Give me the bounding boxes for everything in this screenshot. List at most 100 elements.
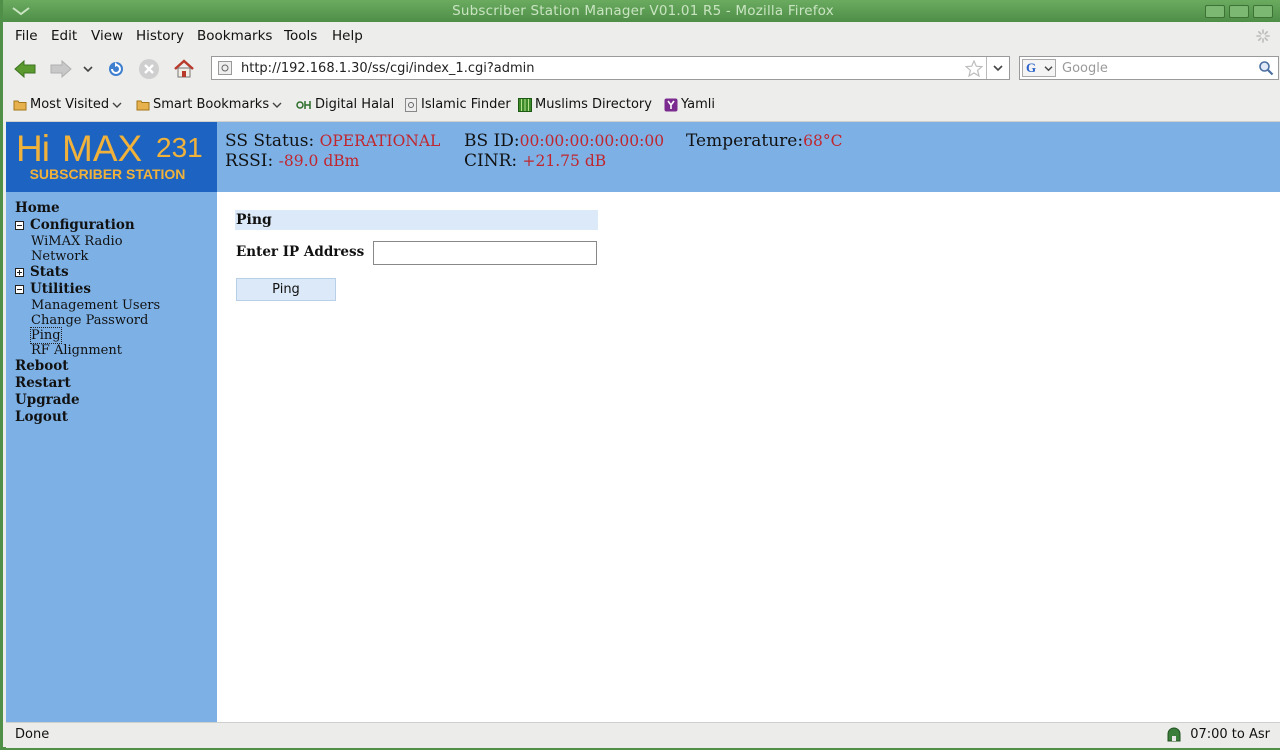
expand-icon[interactable] xyxy=(15,267,24,277)
bookmark-label: Yamli xyxy=(681,97,716,112)
stop-icon xyxy=(139,59,159,79)
chevron-down-icon xyxy=(272,102,282,108)
sidebar-item-restart[interactable]: Restart xyxy=(15,375,71,391)
menu-bookmarks[interactable]: Bookmarks xyxy=(197,28,272,44)
search-bar[interactable]: G Google xyxy=(1019,56,1279,80)
section-title: Ping xyxy=(235,210,598,230)
bookmark-muslims-directory[interactable]: Muslims Directory xyxy=(518,97,652,112)
chevron-down-icon xyxy=(112,102,122,108)
sidebar-item-rf-alignment[interactable]: RF Alignment xyxy=(31,343,122,358)
site-identity-icon[interactable] xyxy=(218,61,232,75)
back-button[interactable] xyxy=(13,57,37,81)
home-icon xyxy=(174,59,194,78)
home-button[interactable] xyxy=(172,57,196,81)
bookmark-star-icon[interactable] xyxy=(965,60,983,77)
sidebar-item-configuration[interactable]: Configuration xyxy=(15,217,135,233)
sidebar-item-upgrade[interactable]: Upgrade xyxy=(15,392,80,408)
close-window-button[interactable] xyxy=(1253,5,1273,18)
sidebar-item-change-password[interactable]: Change Password xyxy=(31,313,148,328)
reload-icon xyxy=(109,62,123,76)
bookmark-islamic-finder[interactable]: Islamic Finder xyxy=(404,97,511,112)
temperature-value: 68°C xyxy=(803,132,843,150)
navigation-toolbar: http://192.168.1.30/ss/cgi/index_1.cgi?a… xyxy=(6,49,1280,89)
sidebar-item-label: Utilities xyxy=(30,281,91,297)
search-icon[interactable] xyxy=(1258,60,1274,76)
prayer-time-text: 07:00 to Asr xyxy=(1190,727,1270,742)
ip-address-label: Enter IP Address xyxy=(236,244,365,260)
throbber-icon xyxy=(1256,29,1270,43)
forward-arrow-icon xyxy=(50,59,72,79)
menu-tools[interactable]: Tools xyxy=(284,28,317,44)
sidebar-item-label: Stats xyxy=(30,264,69,280)
menu-bar: File Edit View History Bookmarks Tools H… xyxy=(6,22,1280,49)
page-icon xyxy=(405,97,417,112)
ip-address-input[interactable] xyxy=(373,241,597,265)
chevron-down-icon xyxy=(993,65,1003,72)
folder-icon xyxy=(13,100,27,110)
cinr-value: +21.75 dB xyxy=(522,152,607,170)
forward-button[interactable] xyxy=(49,57,73,81)
logo-hi: Hi xyxy=(16,128,50,169)
logo-model: 231 xyxy=(156,132,203,163)
sidebar-item-wimax-radio[interactable]: WiMAX Radio xyxy=(31,234,123,249)
menu-history[interactable]: History xyxy=(136,28,184,44)
bookmark-most-visited[interactable]: Most Visited xyxy=(13,97,122,112)
maximize-button[interactable] xyxy=(1229,5,1249,18)
browser-window: Subscriber Station Manager V01.01 R5 - M… xyxy=(0,0,1280,750)
folder-icon xyxy=(136,100,150,110)
sidebar-item-stats[interactable]: Stats xyxy=(15,264,69,280)
grid-icon xyxy=(518,97,532,112)
yamli-icon xyxy=(664,98,678,111)
ss-status: SS Status: OPERATIONAL xyxy=(225,131,440,151)
google-icon: G xyxy=(1026,60,1037,75)
rssi: RSSI: -89.0 dBm xyxy=(225,151,359,171)
ss-status-value: OPERATIONAL xyxy=(319,132,441,150)
history-dropdown[interactable] xyxy=(79,57,97,81)
back-arrow-icon xyxy=(14,59,36,79)
collapse-icon[interactable] xyxy=(15,220,24,230)
dh-icon xyxy=(296,100,311,109)
search-input[interactable]: Google xyxy=(1062,61,1108,76)
bookmark-label: Islamic Finder xyxy=(421,97,511,112)
sidebar-item-utilities[interactable]: Utilities xyxy=(15,281,91,297)
himax-logo: Hi MAX 231 SUBSCRIBER STATION xyxy=(6,122,217,192)
title-bar: Subscriber Station Manager V01.01 R5 - M… xyxy=(3,0,1280,22)
stop-button[interactable] xyxy=(137,57,161,81)
sidebar-item-management-users[interactable]: Management Users xyxy=(31,298,160,313)
menu-help[interactable]: Help xyxy=(332,28,363,44)
bookmarks-toolbar: Most Visited Smart Bookmarks Digital Hal… xyxy=(6,89,1280,122)
sidebar-item-home[interactable]: Home xyxy=(15,200,60,216)
sidebar-item-network[interactable]: Network xyxy=(31,249,88,264)
rssi-value: -89.0 dBm xyxy=(278,152,360,170)
rssi-label: RSSI: xyxy=(225,151,274,171)
menu-file[interactable]: File xyxy=(15,28,38,44)
reload-button[interactable] xyxy=(104,57,128,81)
bookmark-label: Muslims Directory xyxy=(535,97,652,112)
temperature-label: Temperature: xyxy=(686,131,804,151)
bookmark-smart-bookmarks[interactable]: Smart Bookmarks xyxy=(136,97,282,112)
sidebar-item-ping[interactable]: Ping xyxy=(30,327,62,344)
collapse-icon[interactable] xyxy=(15,284,24,294)
page-content: Hi MAX 231 SUBSCRIBER STATION SS Status:… xyxy=(6,122,1280,722)
bookmark-label: Most Visited xyxy=(30,97,110,112)
url-text[interactable]: http://192.168.1.30/ss/cgi/index_1.cgi?a… xyxy=(241,61,534,76)
url-dropdown[interactable] xyxy=(986,57,1009,79)
menu-edit[interactable]: Edit xyxy=(51,28,77,44)
sidebar-item-logout[interactable]: Logout xyxy=(15,409,68,425)
logo-subtitle: SUBSCRIBER STATION xyxy=(29,166,186,182)
search-engine-selector[interactable]: G xyxy=(1022,59,1056,77)
sidebar-item-label: Configuration xyxy=(30,217,135,233)
bookmark-yamli[interactable]: Yamli xyxy=(664,97,715,112)
url-bar[interactable]: http://192.168.1.30/ss/cgi/index_1.cgi?a… xyxy=(211,56,1010,80)
mosque-icon xyxy=(1167,727,1181,742)
window-title: Subscriber Station Manager V01.01 R5 - M… xyxy=(452,3,834,19)
bookmark-digital-halal[interactable]: Digital Halal xyxy=(296,97,394,112)
cinr-label: CINR: xyxy=(464,151,518,171)
minimize-button[interactable] xyxy=(1205,5,1225,18)
sidebar-nav: Home Configuration WiMAX Radio Network S… xyxy=(6,192,217,722)
ping-button[interactable]: Ping xyxy=(236,278,336,301)
menu-view[interactable]: View xyxy=(91,28,123,44)
temperature: Temperature:68°C xyxy=(686,131,842,151)
prayer-times[interactable]: 07:00 to Asr xyxy=(1166,727,1270,742)
sidebar-item-reboot[interactable]: Reboot xyxy=(15,358,69,374)
